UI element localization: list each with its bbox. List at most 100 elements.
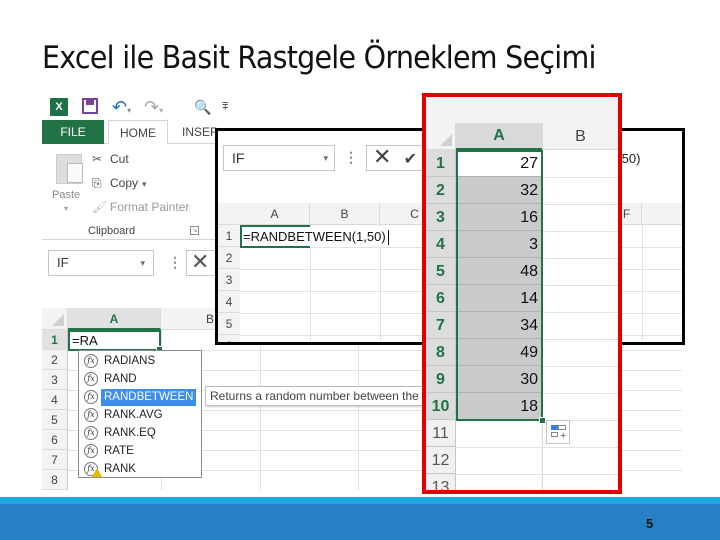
row-header-7[interactable]: 7 — [426, 312, 456, 339]
warning-icon — [92, 468, 102, 477]
selection-range-border — [456, 150, 543, 421]
function-icon: fx — [84, 444, 98, 458]
row-header-3[interactable]: 3 — [426, 204, 456, 231]
gridline — [542, 366, 618, 367]
customize-toolbar-icon[interactable]: ⩱ — [222, 98, 228, 116]
column-header-a[interactable]: A — [240, 203, 310, 225]
function-icon: fx — [84, 426, 98, 440]
tab-file[interactable]: FILE — [42, 120, 104, 144]
row-header-6[interactable]: 6 — [218, 335, 240, 342]
function-icon: fx — [84, 390, 98, 404]
row-header-2[interactable]: 2 — [218, 247, 240, 269]
paste-button[interactable]: Paste — [52, 189, 80, 201]
gridline — [542, 339, 618, 340]
row-header-13[interactable]: 13 — [426, 474, 456, 490]
random-results-inset: A B 1 27 2 32 3 16 4 3 5 48 6 14 7 34 8 49 9 30 10 18 11 12 13… — [422, 93, 622, 494]
gridline — [542, 393, 618, 394]
paste-dropdown-icon[interactable]: ▾ — [64, 204, 68, 213]
row-header-4[interactable]: 4 — [42, 390, 68, 410]
row-header-9[interactable]: 9 — [426, 366, 456, 393]
row-header-7[interactable]: 7 — [42, 450, 68, 470]
copy-dropdown-icon[interactable]: ▾ — [142, 179, 147, 189]
function-icon: fx — [84, 354, 98, 368]
column-header-b[interactable]: B — [310, 203, 380, 225]
drag-handle-icon: ⋮ — [168, 254, 182, 270]
row-header-2[interactable]: 2 — [426, 177, 456, 204]
paste-icon[interactable] — [56, 154, 83, 184]
gridline — [542, 177, 618, 178]
slide-title: Excel ile Basit Rastgele Örneklem Seçimi — [42, 40, 596, 76]
active-cell-a1[interactable]: =RA — [68, 330, 163, 353]
autocomplete-item[interactable]: fx RANK.AVG — [81, 407, 199, 424]
gridline — [542, 312, 618, 313]
column-header-a[interactable]: A — [68, 308, 161, 330]
clipboard-group-label: Clipboard — [88, 225, 136, 237]
save-icon[interactable] — [82, 98, 98, 114]
row-header-8[interactable]: 8 — [426, 339, 456, 366]
select-all-button[interactable] — [42, 308, 68, 330]
autocomplete-item[interactable]: fx RANK — [81, 461, 199, 478]
chevron-down-icon[interactable]: ▾ — [140, 251, 145, 275]
select-all-button[interactable] — [426, 123, 456, 150]
row-header-6[interactable]: 6 — [42, 430, 68, 450]
row-header-12[interactable]: 12 — [426, 447, 456, 474]
copy-icon: ⎘ — [92, 176, 102, 190]
row-header-2[interactable]: 2 — [42, 350, 68, 370]
row-header-8[interactable]: 8 — [42, 470, 68, 490]
function-icon: fx — [84, 372, 98, 386]
name-box[interactable]: IF ▾ — [48, 250, 154, 276]
gridline — [542, 231, 618, 232]
row-header-3[interactable]: 3 — [218, 269, 240, 291]
format-painter-button[interactable]: 🖌 Format Painter — [92, 200, 189, 214]
autocomplete-item-selected[interactable]: fx RANDBETWEEN — [81, 389, 199, 406]
cancel-icon[interactable]: ✕ — [373, 144, 391, 169]
cut-button[interactable]: ✂ Cut — [92, 152, 129, 166]
row-header-5[interactable]: 5 — [218, 313, 240, 335]
row-header-4[interactable]: 4 — [426, 231, 456, 258]
text-caret — [387, 230, 389, 246]
row-header-3[interactable]: 3 — [42, 370, 68, 390]
autocomplete-item[interactable]: fx RATE — [81, 443, 199, 460]
gridline — [456, 474, 618, 475]
row-header-4[interactable]: 4 — [218, 291, 240, 313]
function-icon: fx — [84, 408, 98, 422]
gridline — [260, 330, 261, 490]
gridline — [358, 330, 359, 490]
gridline — [542, 285, 618, 286]
autocomplete-item[interactable]: fx RAND — [81, 371, 199, 388]
name-box[interactable]: IF ▾ — [223, 145, 335, 171]
toolbar-band — [426, 97, 618, 123]
drag-handle-icon: ⋮ — [344, 149, 358, 165]
page-number: 5 — [646, 516, 654, 531]
active-cell-border — [240, 225, 310, 248]
redo-icon[interactable]: ↷▾ — [144, 98, 163, 116]
print-preview-icon[interactable]: 🔍 — [194, 98, 211, 116]
copy-button[interactable]: ⎘ Copy ▾ — [92, 176, 147, 191]
function-tooltip: Returns a random number between the — [205, 386, 435, 406]
row-header-10[interactable]: 10 — [426, 393, 456, 420]
autocomplete-item[interactable]: fx RANK.EQ — [81, 425, 199, 442]
row-header-6[interactable]: 6 — [426, 285, 456, 312]
row-header-1[interactable]: 1 — [426, 150, 456, 177]
row-header-5[interactable]: 5 — [42, 410, 68, 430]
row-header-11[interactable]: 11 — [426, 420, 456, 447]
gridline — [642, 225, 643, 342]
tab-home[interactable]: HOME — [108, 120, 168, 145]
column-header-b[interactable]: B — [542, 123, 618, 150]
auto-fill-options-button[interactable]: + — [546, 420, 570, 444]
row-header-1[interactable]: 1 — [218, 225, 240, 247]
autocomplete-item[interactable]: fx RADIANS — [81, 353, 199, 370]
undo-icon[interactable]: ↶▾ — [112, 98, 131, 116]
fill-handle[interactable] — [539, 417, 546, 424]
excel-logo-icon: X — [50, 98, 68, 116]
gridline — [542, 204, 618, 205]
column-header-a[interactable]: A — [456, 123, 542, 150]
dialog-launcher-icon[interactable]: ↘ — [190, 226, 199, 235]
gridline — [542, 258, 618, 259]
row-header-5[interactable]: 5 — [426, 258, 456, 285]
slide-footer: 5 — [0, 504, 720, 540]
function-autocomplete-list: fx RADIANS fx RAND fx RANDBETWEEN fx RANK.AV… — [78, 350, 202, 478]
confirm-icon[interactable]: ✔ — [404, 151, 417, 168]
chevron-down-icon[interactable]: ▾ — [323, 146, 328, 170]
row-header-1[interactable]: 1 — [42, 330, 68, 350]
